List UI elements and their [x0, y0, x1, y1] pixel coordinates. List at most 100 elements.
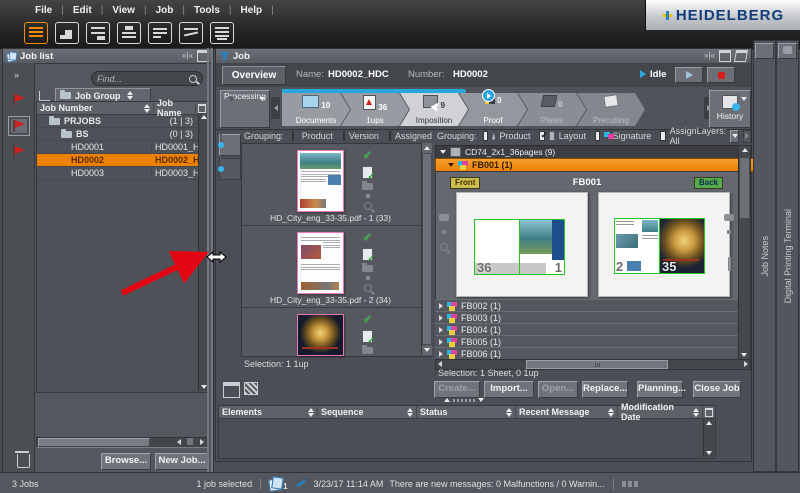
oneups-vscrollbar[interactable] — [421, 143, 432, 355]
signature-checkbox[interactable] — [595, 131, 600, 141]
assignlayers-checkbox[interactable] — [660, 131, 665, 141]
trash-icon[interactable] — [17, 454, 30, 468]
step-imposition-active[interactable]: 9 Imposition — [400, 93, 468, 126]
expand-icon[interactable] — [439, 303, 443, 309]
column-elements[interactable]: Elements — [219, 406, 318, 418]
job-filter-flag-2-icon[interactable] — [11, 119, 27, 133]
start-processing-button[interactable] — [675, 67, 703, 83]
expand-icon[interactable] — [439, 327, 443, 333]
version-checkbox[interactable] — [343, 131, 345, 141]
oneup-item[interactable]: HD_City_eng_33-35.pdf - 2 (34) — [242, 226, 431, 308]
report-icon[interactable] — [179, 22, 203, 44]
new-document-icon[interactable] — [148, 22, 172, 44]
page-thumbnail[interactable] — [297, 150, 344, 212]
preview-zoom-icon[interactable] — [364, 202, 372, 210]
close-job-button[interactable]: Close Job — [693, 381, 741, 398]
step-plates[interactable]: 0 Plates — [518, 93, 586, 126]
menu-tools[interactable]: Tools — [185, 5, 229, 16]
page-thumbnail[interactable] — [297, 314, 344, 356]
expand-icon[interactable] — [439, 351, 443, 357]
oneup-item[interactable]: HD_City_eng_33-35.pdf - 1 (33) — [242, 144, 431, 226]
panel-view-icon[interactable] — [223, 382, 240, 398]
scroll-left-icon[interactable] — [177, 439, 181, 445]
messages-icon[interactable] — [269, 477, 282, 490]
back-badge[interactable]: Back — [694, 177, 723, 189]
browse-button[interactable]: Browse... — [101, 453, 151, 470]
sort-icon[interactable] — [144, 104, 150, 113]
job-overview-icon[interactable] — [55, 22, 79, 44]
replace-button[interactable]: Replace... — [582, 381, 628, 398]
job-notes-strip[interactable]: Job Notes — [753, 40, 776, 472]
front-sheet[interactable]: 36 1 — [456, 192, 588, 297]
device-icon[interactable] — [117, 22, 141, 44]
column-job-name[interactable]: Job Name — [154, 98, 195, 118]
expand-icon[interactable] — [439, 339, 443, 345]
oneup-item[interactable] — [242, 308, 431, 356]
table-splitter-grip[interactable] — [444, 398, 484, 402]
job-table-hscrollbar[interactable] — [36, 437, 208, 448]
assigned-checkbox[interactable] — [389, 131, 391, 141]
processing-button[interactable]: Processing — [220, 90, 270, 128]
import-button[interactable]: Import... — [484, 381, 534, 398]
step-1ups[interactable]: 36 1ups — [341, 93, 409, 126]
preview-zoom-icon[interactable] — [364, 284, 372, 292]
planning-button[interactable]: Planning... — [637, 381, 683, 398]
spinner-icons[interactable] — [127, 91, 133, 100]
column-chooser-icon[interactable] — [703, 406, 715, 418]
layout-checkbox[interactable] — [539, 131, 544, 141]
collapse-icon[interactable] — [448, 163, 454, 167]
back-sheet[interactable]: 2 35 — [598, 192, 730, 297]
expand-strip-icon[interactable]: » — [14, 71, 19, 79]
scroll-thumb[interactable] — [187, 438, 193, 445]
assign-flag-button[interactable] — [743, 130, 751, 143]
layers-dropdown-button[interactable] — [730, 130, 739, 143]
stop-button[interactable] — [707, 67, 735, 83]
scroll-right-icon[interactable] — [744, 361, 748, 367]
scroll-steps-left-icon[interactable] — [271, 97, 280, 119]
step-documents[interactable]: 10 Documents — [282, 93, 350, 126]
scroll-left-icon[interactable] — [438, 361, 442, 367]
collapse-panel-icon[interactable]: »|« — [704, 52, 715, 60]
status-message[interactable]: There are new messages: 0 Malfunctions /… — [389, 479, 604, 489]
job-row[interactable]: HD0001 HD0001_HD — [37, 141, 207, 154]
create-button[interactable]: Create... — [434, 381, 480, 398]
column-modification-date[interactable]: Modification Date — [618, 406, 703, 418]
menu-file[interactable]: File — [26, 5, 61, 16]
product-checkbox[interactable] — [483, 131, 488, 141]
scroll-right-icon[interactable] — [200, 439, 204, 445]
open-button[interactable]: Open... — [538, 381, 578, 398]
elements-table-vscrollbar[interactable] — [703, 419, 714, 457]
menu-edit[interactable]: Edit — [64, 5, 101, 16]
collapse-icon[interactable] — [440, 150, 446, 154]
find-input[interactable]: Find... — [91, 71, 203, 86]
job-filter-flag-3-icon[interactable] — [11, 145, 27, 159]
column-sequence[interactable]: Sequence — [318, 406, 417, 418]
panel-layout-icon[interactable] — [719, 50, 731, 62]
menu-job[interactable]: Job — [147, 5, 183, 16]
job-group-row[interactable]: PRJOBS (1 | 3) — [37, 115, 207, 128]
column-recent-message[interactable]: Recent Message — [516, 406, 618, 418]
grid-view-icon[interactable] — [244, 382, 258, 395]
new-job-button[interactable]: New Job... — [155, 453, 209, 470]
view-mode-2-button[interactable] — [219, 158, 241, 180]
column-job-number[interactable]: Job Number — [37, 103, 154, 113]
digital-printing-terminal-strip[interactable]: Digital Printing Terminal — [776, 40, 799, 472]
page-thumbnail[interactable] — [297, 232, 344, 294]
search-icon[interactable] — [189, 75, 197, 83]
step-precutting[interactable]: Precutting — [577, 93, 645, 126]
expand-icon[interactable] — [439, 315, 443, 321]
product-checkbox[interactable] — [292, 131, 294, 141]
panel-splitter[interactable] — [207, 48, 209, 472]
view-mode-1-button[interactable] — [219, 134, 241, 156]
menu-help[interactable]: Help — [232, 5, 272, 16]
job-group-row[interactable]: BS (0 | 3) — [37, 128, 207, 141]
settings-icon[interactable] — [86, 22, 110, 44]
job-row-selected[interactable]: HD0002 HD0002_HD — [37, 154, 207, 167]
pane-resize-handle[interactable] — [728, 257, 731, 271]
history-button[interactable]: History — [709, 90, 751, 128]
zoom-icon[interactable] — [440, 243, 448, 251]
hierarchy-icon[interactable] — [39, 91, 50, 101]
tab-overview[interactable]: Overview — [222, 66, 286, 85]
column-status[interactable]: Status — [417, 406, 516, 418]
column-chooser-icon[interactable] — [195, 104, 207, 113]
